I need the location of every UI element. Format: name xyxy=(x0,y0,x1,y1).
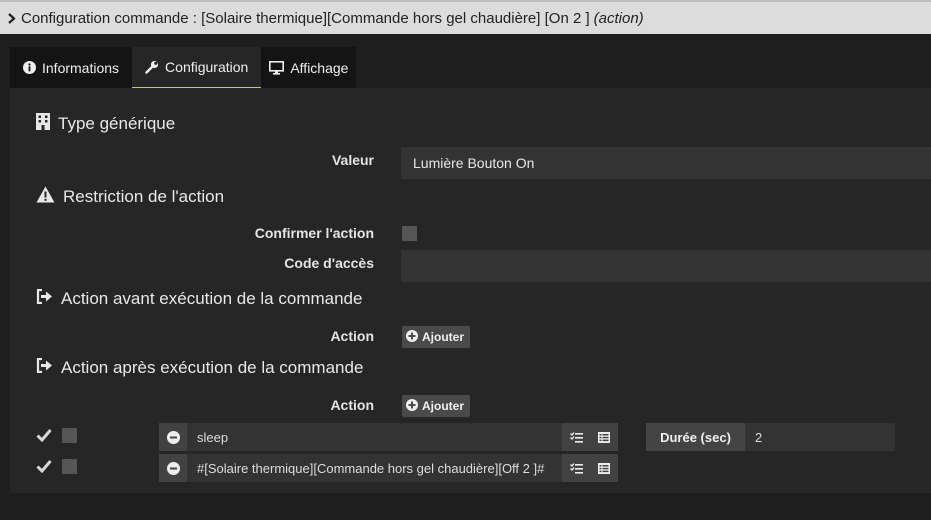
tab-bar: Informations Configuration Affichage xyxy=(10,47,357,88)
generic-type-select[interactable]: Lumière Bouton On xyxy=(401,147,931,179)
add-action-before-label: Ajouter xyxy=(422,330,464,344)
monitor-icon xyxy=(269,60,285,75)
tab-affichage[interactable]: Affichage xyxy=(261,47,357,88)
modal-title: Configuration commande : [Solaire thermi… xyxy=(21,9,590,27)
plus-circle-icon xyxy=(406,329,418,345)
select-command-button[interactable] xyxy=(590,454,618,482)
tab-informations[interactable]: Informations xyxy=(10,47,133,88)
select-command-button[interactable] xyxy=(590,423,618,451)
tab-informations-label: Informations xyxy=(42,59,120,76)
enable-checkbox[interactable] xyxy=(36,428,52,447)
access-code-label: Code d'accès xyxy=(284,255,374,271)
section-restriction: Restriction de l'action xyxy=(36,186,224,208)
add-action-before-button[interactable]: Ajouter xyxy=(402,326,470,348)
access-code-input[interactable] xyxy=(401,250,931,282)
section-action-after: Action après exécution de la commande xyxy=(36,357,364,378)
confirm-action-label: Confirmer l'action xyxy=(254,225,374,241)
section-generic-type: Type générique xyxy=(36,113,175,135)
section-action-before: Action avant exécution de la commande xyxy=(36,288,363,309)
action-before-label: Action xyxy=(330,328,374,344)
chevron-right-icon[interactable] xyxy=(2,12,20,24)
tab-configuration[interactable]: Configuration xyxy=(132,47,262,88)
duration-label: Durée (sec) xyxy=(646,423,745,451)
warning-icon xyxy=(36,186,55,208)
duration-input-group: Durée (sec) 2 xyxy=(646,423,895,451)
plus-circle-icon xyxy=(406,398,418,414)
section-action-after-title: Action après exécution de la commande xyxy=(61,358,364,377)
command-input-group: #[Solaire thermique][Commande hors gel c… xyxy=(159,454,618,482)
command-input-group: sleep xyxy=(159,423,618,451)
command-input[interactable]: #[Solaire thermique][Commande hors gel c… xyxy=(187,454,562,482)
command-input[interactable]: sleep xyxy=(187,423,562,451)
info-circle-icon xyxy=(23,61,36,74)
modal-title-type: (action) xyxy=(593,9,644,27)
select-action-button[interactable] xyxy=(562,423,590,451)
action-after-label: Action xyxy=(330,397,374,413)
remove-action-button[interactable] xyxy=(159,454,187,482)
remove-action-button[interactable] xyxy=(159,423,187,451)
wrench-icon xyxy=(145,60,159,74)
building-icon xyxy=(36,113,50,135)
section-generic-type-title: Type générique xyxy=(58,114,176,133)
add-action-after-label: Ajouter xyxy=(422,399,464,413)
tab-configuration-label: Configuration xyxy=(165,59,249,75)
tab-affichage-label: Affichage xyxy=(290,59,349,76)
select-action-button[interactable] xyxy=(562,454,590,482)
section-restriction-title: Restriction de l'action xyxy=(63,187,225,206)
parallel-checkbox[interactable] xyxy=(62,459,77,474)
sign-out-icon xyxy=(36,357,53,378)
modal-titlebar: Configuration commande : [Solaire thermi… xyxy=(0,0,931,34)
confirm-action-checkbox[interactable] xyxy=(402,226,417,241)
add-action-after-button[interactable]: Ajouter xyxy=(402,395,470,417)
valeur-label: Valeur xyxy=(331,152,374,168)
configuration-panel: Type générique Valeur Lumière Bouton On … xyxy=(10,88,931,493)
duration-input[interactable]: 2 xyxy=(745,423,895,451)
enable-checkbox[interactable] xyxy=(36,459,52,478)
sign-out-icon xyxy=(36,288,53,309)
section-action-before-title: Action avant exécution de la commande xyxy=(61,289,363,308)
parallel-checkbox[interactable] xyxy=(62,428,77,443)
